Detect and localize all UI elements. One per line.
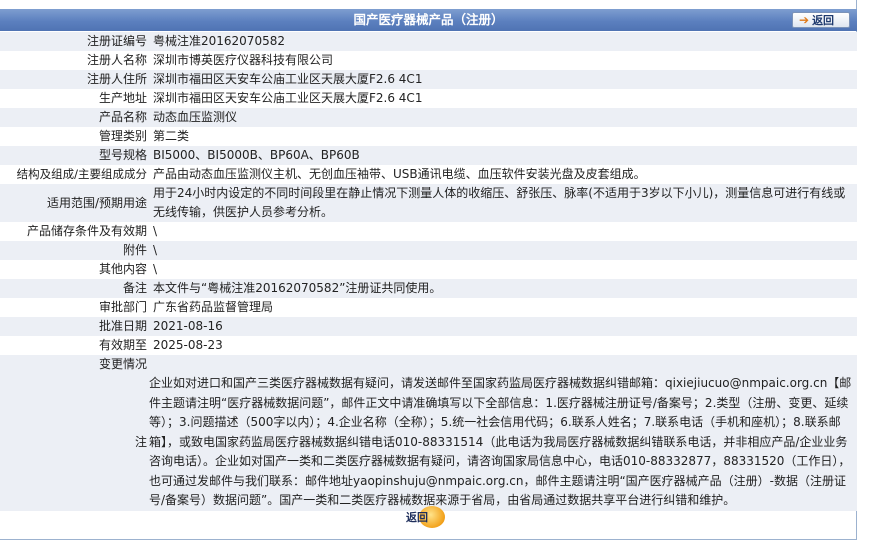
back-button-top[interactable]: ➔ 返回	[792, 12, 850, 28]
table-row: 注册人名称 深圳市博英医疗仪器科技有限公司	[0, 51, 857, 70]
table-row: 结构及组成/主要组成成分 产品由动态血压监测仪主机、无创血压袖带、USB通讯电缆…	[0, 165, 857, 184]
field-value: BI5000、BI5000B、BP60A、BP60B	[149, 146, 857, 165]
table-row: 审批部门 广东省药品监督管理局	[0, 298, 857, 317]
table-row: 适用范围/预期用途 用于24小时内设定的不同时间段里在静止情况下测量人体的收缩压…	[0, 184, 857, 222]
field-value: 广东省药品监督管理局	[149, 298, 857, 317]
field-label: 批准日期	[0, 317, 149, 336]
field-value: \	[149, 260, 857, 279]
field-value: 用于24小时内设定的不同时间段里在静止情况下测量人体的收缩压、舒张压、脉率(不适…	[149, 184, 857, 222]
notice-text: 企业如对进口和国产三类医疗器械数据有疑问，请发送邮件至国家药监局医疗器械数据纠错…	[149, 374, 857, 511]
field-label: 审批部门	[0, 298, 149, 317]
field-label: 变更情况	[0, 355, 149, 374]
table-row: 生产地址 深圳市福田区天安车公庙工业区天展大厦F2.6 4C1	[0, 89, 857, 108]
back-button-top-label: 返回	[812, 14, 835, 27]
table-row: 批准日期 2021-08-16	[0, 317, 857, 336]
field-label: 适用范围/预期用途	[0, 184, 149, 222]
field-value: 粤械注准20162070582	[149, 32, 857, 51]
field-value	[149, 355, 857, 374]
field-label: 有效期至	[0, 336, 149, 355]
arrow-right-icon: ➔	[799, 13, 810, 27]
field-value: \	[149, 222, 857, 241]
field-value: 动态血压监测仪	[149, 108, 857, 127]
notice-row: 注 企业如对进口和国产三类医疗器械数据有疑问，请发送邮件至国家药监局医疗器械数据…	[0, 374, 857, 511]
table-row: 其他内容 \	[0, 260, 857, 279]
field-label: 注册人名称	[0, 51, 149, 70]
field-value: 深圳市福田区天安车公庙工业区天展大厦F2.6 4C1	[149, 70, 857, 89]
field-label: 备注	[0, 279, 149, 298]
field-label: 其他内容	[0, 260, 149, 279]
table-row: 注册证编号 粤械注准20162070582	[0, 32, 857, 51]
table-row: 变更情况	[0, 355, 857, 374]
field-value: 产品由动态血压监测仪主机、无创血压袖带、USB通讯电缆、血压软件安装光盘及皮套组…	[149, 165, 857, 184]
table-row: 型号规格 BI5000、BI5000B、BP60A、BP60B	[0, 146, 857, 165]
field-value: 深圳市博英医疗仪器科技有限公司	[149, 51, 857, 70]
page-title: 国产医疗器械产品（注册）	[353, 12, 504, 27]
field-value: 2021-08-16	[149, 317, 857, 336]
notice-label: 注	[0, 374, 149, 511]
table-row: 附件 \	[0, 241, 857, 260]
table-row: 产品储存条件及有效期 \	[0, 222, 857, 241]
table-row: 备注 本文件与“粤械注准20162070582”注册证共同使用。	[0, 279, 857, 298]
field-label: 结构及组成/主要组成成分	[0, 165, 149, 184]
field-label: 生产地址	[0, 89, 149, 108]
field-label: 附件	[0, 241, 149, 260]
field-label: 管理类别	[0, 127, 149, 146]
field-value: 第二类	[149, 127, 857, 146]
field-value: 2025-08-23	[149, 336, 857, 355]
table-row: 产品名称 动态血压监测仪	[0, 108, 857, 127]
back-button-bottom[interactable]: 返回	[402, 505, 445, 529]
back-button-bottom-label: 返回	[406, 511, 428, 524]
field-label: 产品名称	[0, 108, 149, 127]
field-label: 注册证编号	[0, 32, 149, 51]
field-label: 注册人住所	[0, 70, 149, 89]
title-bar: 国产医疗器械产品（注册） ➔ 返回	[0, 9, 857, 31]
field-value: \	[149, 241, 857, 260]
field-value: 本文件与“粤械注准20162070582”注册证共同使用。	[149, 279, 857, 298]
table-row: 有效期至 2025-08-23	[0, 336, 857, 355]
table-row: 注册人住所 深圳市福田区天安车公庙工业区天展大厦F2.6 4C1	[0, 70, 857, 89]
detail-panel: 国产医疗器械产品（注册） ➔ 返回 注册证编号 粤械注准20162070582 注…	[0, 0, 857, 540]
table-row: 管理类别 第二类	[0, 127, 857, 146]
field-label: 型号规格	[0, 146, 149, 165]
detail-table: 注册证编号 粤械注准20162070582 注册人名称 深圳市博英医疗仪器科技有…	[0, 32, 857, 511]
field-value: 深圳市福田区天安车公庙工业区天展大厦F2.6 4C1	[149, 89, 857, 108]
field-label: 产品储存条件及有效期	[0, 222, 149, 241]
